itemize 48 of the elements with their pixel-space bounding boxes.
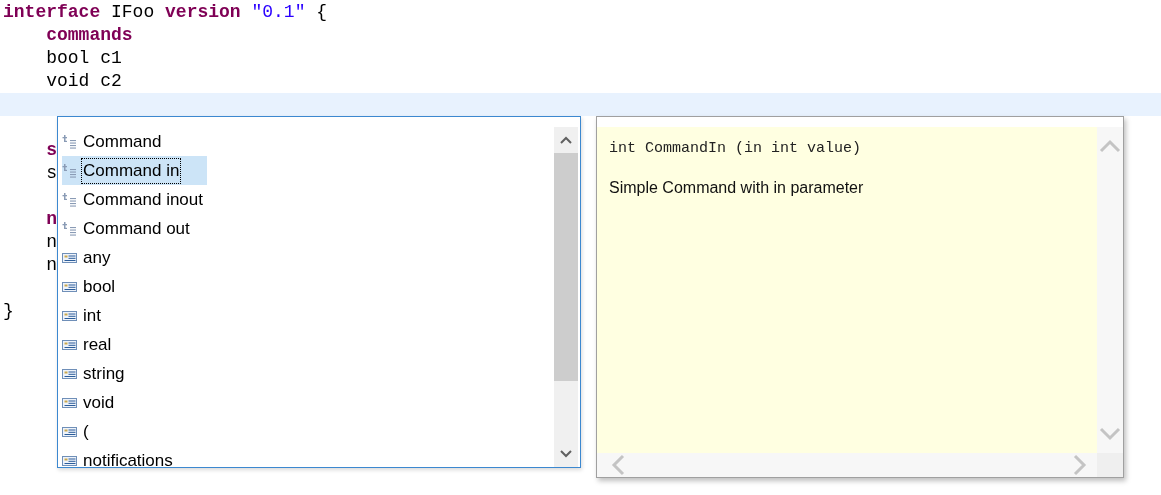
code-token: "0.1" [250,2,306,22]
scroll-up-icon[interactable] [559,135,573,145]
keyword-icon [62,337,79,352]
code-token: { [315,2,328,22]
code-token: s [45,140,57,160]
completion-item[interactable]: Command [62,127,190,156]
code-token: } [3,301,14,321]
scrollbar[interactable] [554,127,578,467]
code-token: s [45,163,57,183]
scroll-left-icon[interactable] [611,454,625,476]
completion-item[interactable]: void [62,388,143,417]
scroll-down-icon[interactable] [559,449,573,459]
code-token: version [165,2,241,22]
template-icon [62,163,79,178]
code-token: bool c1 [45,48,122,68]
completion-item[interactable]: int [62,301,129,330]
completion-item[interactable]: real [62,330,140,359]
template-icon [62,192,79,207]
code-token: n [45,255,57,275]
completion-item[interactable]: notifications [62,446,201,467]
description-text: Simple Command with in parameter [609,179,865,197]
code-token: IFoo [110,2,156,22]
scrollbar[interactable] [597,453,1097,477]
scrollbar-corner [1097,453,1123,477]
code-token: n [45,232,57,252]
scroll-thumb[interactable] [554,153,578,381]
keyword-icon [62,453,79,467]
completion-item[interactable]: string [62,359,153,388]
completion-item[interactable]: Command in [62,156,208,185]
keyword-icon [62,424,79,439]
template-icon [62,134,79,149]
template-icon [62,221,79,236]
keyword-icon [62,250,79,265]
signature-text: int CommandIn (in int value) [609,140,863,157]
scroll-right-icon[interactable] [1073,454,1087,476]
code-token: interface [3,2,101,22]
code-token: void c2 [45,71,122,91]
keyword-icon [62,308,79,323]
code-token: commands [45,25,133,45]
keyword-icon [62,366,79,381]
completion-item[interactable]: ( [62,417,117,446]
completion-item[interactable]: Command inout [62,185,231,214]
code-token: n [45,209,57,229]
completion-item[interactable]: any [62,243,139,272]
completion-item[interactable]: Command out [62,214,218,243]
keyword-icon [62,395,79,410]
keyword-icon [62,279,79,294]
completion-item[interactable]: bool [62,272,144,301]
